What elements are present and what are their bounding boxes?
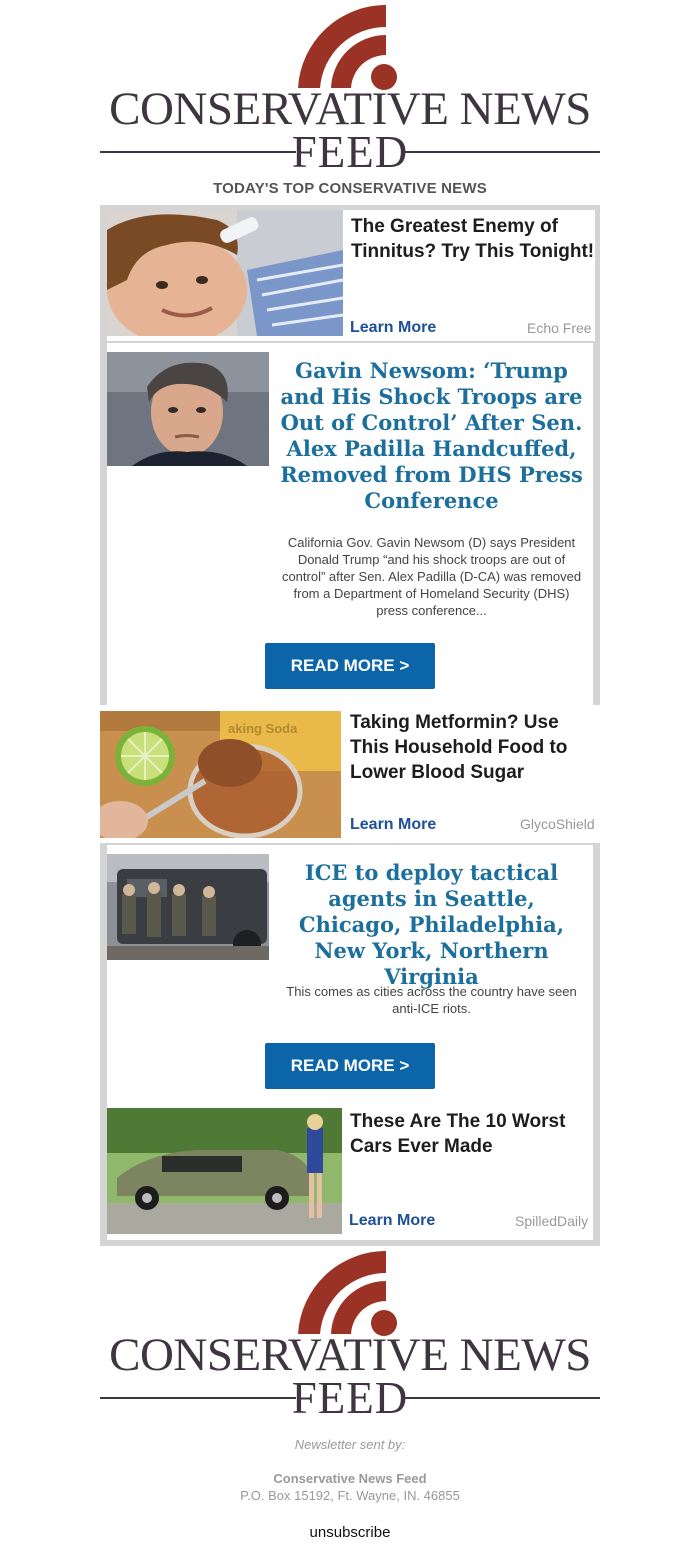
header-logo: CONSERVATIVE NEWS FEED [100, 0, 600, 175]
ad-title[interactable]: Taking Metformin? Use This Household Foo… [350, 710, 595, 785]
company-address: P.O. Box 15192, Ft. Wayne, IN. 46855 [240, 1488, 460, 1503]
newsletter-sent-by: Newsletter sent by: [294, 1437, 406, 1452]
man-with-eyedropper-photo [107, 210, 343, 336]
ad-title[interactable]: These Are The 10 Worst Cars Ever Made [350, 1109, 593, 1159]
content-frame: The Greatest Enemy of Tinnitus? Try This… [100, 205, 600, 1246]
article-title[interactable]: Gavin Newsom: ‘Trump and His Shock Troop… [279, 358, 584, 514]
ad-title[interactable]: The Greatest Enemy of Tinnitus? Try This… [351, 214, 601, 264]
learn-more-link[interactable]: Learn More [349, 1212, 435, 1230]
section-heading: TODAY'S TOP CONSERVATIVE NEWS [213, 180, 487, 197]
logo-rule-right [404, 1397, 600, 1399]
sponsored-ad[interactable]: aking Soda Taking Metformin? Use This Ho… [100, 705, 600, 843]
read-more-button[interactable]: READ MORE > [265, 643, 435, 689]
cinnamon-spoon-lime-photo: aking Soda [100, 711, 341, 838]
logo-wordmark-top: CONSERVATIVE NEWS [109, 1329, 591, 1381]
green-muscle-car-photo [107, 1108, 342, 1234]
ad-source: Echo Free [527, 320, 592, 336]
gavin-newsom-portrait-photo [107, 352, 269, 466]
article-image[interactable] [107, 854, 269, 960]
learn-more-link[interactable]: Learn More [350, 816, 436, 834]
article-description: This comes as cities across the country … [286, 984, 577, 1016]
ad-image[interactable]: aking Soda [100, 711, 341, 838]
company-name: Conservative News Feed [273, 1471, 427, 1486]
unsubscribe-link[interactable]: unsubscribe [0, 1524, 700, 1541]
svg-text:aking Soda: aking Soda [228, 721, 298, 736]
learn-more-link[interactable]: Learn More [350, 319, 436, 337]
read-more-button[interactable]: READ MORE > [265, 1043, 435, 1089]
tactical-agents-armored-vehicle-photo [107, 854, 269, 960]
ad-image[interactable] [107, 1108, 342, 1234]
news-article: Gavin Newsom: ‘Trump and His Shock Troop… [107, 343, 593, 705]
ad-image[interactable] [107, 210, 343, 336]
sponsored-ad[interactable]: These Are The 10 Worst Cars Ever Made Le… [107, 1107, 593, 1237]
article-description: California Gov. Gavin Newsom (D) says Pr… [281, 535, 582, 618]
sponsored-ad[interactable]: The Greatest Enemy of Tinnitus? Try This… [107, 210, 595, 341]
news-article: ICE to deploy tactical agents in Seattle… [107, 845, 593, 1240]
footer-logo: CONSERVATIVE NEWS FEED [100, 1246, 600, 1421]
article-image[interactable] [107, 352, 269, 466]
article-title[interactable]: ICE to deploy tactical agents in Seattle… [279, 860, 584, 990]
logo-wordmark-top: CONSERVATIVE NEWS [109, 83, 591, 135]
logo-rule-right [404, 151, 600, 153]
ad-source: SpilledDaily [515, 1213, 589, 1229]
ad-source: GlycoShield [520, 816, 595, 832]
